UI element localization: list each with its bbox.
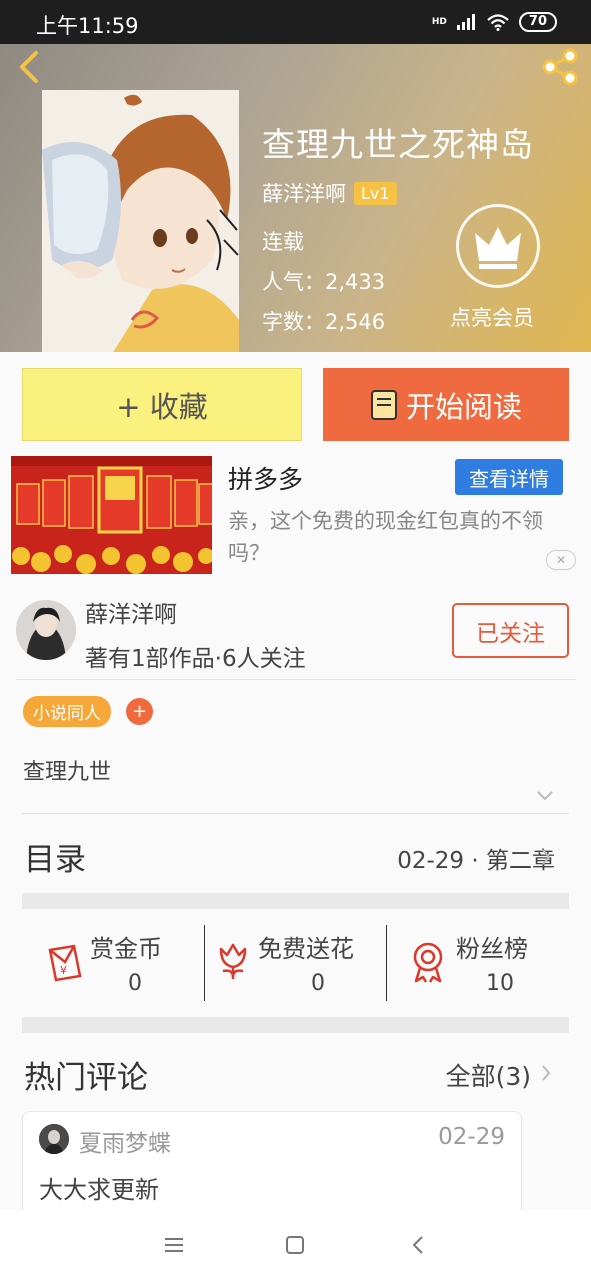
book-header: 查理九世之死神岛 薛洋洋啊 Lv1 连载 人气：2,433 字数：2,546 点… — [0, 44, 591, 354]
ad-close-button[interactable]: ✕ — [546, 550, 576, 570]
serial-status: 连载 — [262, 230, 304, 254]
divider — [22, 813, 569, 814]
stat-label: 赏金币 — [90, 935, 162, 963]
category-tag[interactable]: 小说同人 — [23, 696, 111, 727]
chevron-right-icon — [542, 1065, 551, 1081]
ad-detail-button[interactable]: 查看详情 — [455, 459, 563, 495]
comment-text: 大大求更新 — [39, 1176, 159, 1204]
wifi-icon — [487, 13, 509, 31]
status-icons: HD 70 — [432, 12, 557, 32]
comment-card[interactable]: 夏雨梦蝶 02-29 大大求更新 — [22, 1111, 522, 1221]
chevron-right-icon — [542, 849, 551, 865]
battery-indicator: 70 — [518, 12, 557, 32]
stat-fan-ranking[interactable]: 粉丝榜 10 — [400, 925, 560, 1003]
back-arrow-icon[interactable] — [14, 48, 44, 86]
section-separator — [22, 1017, 569, 1033]
red-envelope-icon: ¥ — [48, 944, 82, 982]
section-separator — [22, 893, 569, 909]
stat-free-flower[interactable]: 免费送花 0 — [212, 925, 386, 1003]
stat-value: 10 — [486, 971, 514, 996]
red-envelope-banner — [11, 456, 212, 574]
popularity: 人气：2,433 — [262, 270, 386, 294]
avatar-illustration — [39, 1124, 69, 1154]
share-icon[interactable] — [539, 46, 581, 88]
stat-label: 免费送花 — [258, 935, 354, 963]
comment-date: 02-29 — [438, 1124, 505, 1150]
level-badge: Lv1 — [354, 181, 397, 205]
commenter-name[interactable]: 夏雨梦蝶 — [79, 1124, 171, 1158]
avatar-illustration — [16, 600, 76, 660]
svg-text:¥: ¥ — [60, 964, 67, 977]
hd-indicator: HD — [431, 16, 447, 27]
word-count: 字数：2,546 — [262, 310, 386, 334]
stat-value: 0 — [311, 971, 325, 996]
ad-image[interactable] — [11, 456, 212, 574]
toc-title: 目录 — [24, 842, 86, 878]
start-reading-label: 开始阅读 — [405, 389, 522, 424]
system-nav-bar — [0, 1210, 591, 1280]
back-icon[interactable] — [406, 1232, 432, 1258]
book-cover[interactable] — [42, 90, 239, 354]
stat-divider — [204, 925, 205, 1001]
divider — [16, 679, 576, 680]
hot-comments-title: 热门评论 — [24, 1060, 148, 1096]
synopsis-text: 查理九世 — [23, 760, 112, 785]
vip-button[interactable] — [456, 204, 540, 288]
start-reading-button[interactable]: 开始阅读 — [323, 368, 569, 441]
status-time: 上午11:59 — [36, 14, 139, 38]
author-name[interactable]: 薛洋洋啊 — [262, 178, 346, 208]
chevron-down-icon[interactable] — [536, 790, 554, 802]
signal-icon — [456, 14, 475, 30]
add-tag-button[interactable]: + — [126, 698, 153, 725]
author-avatar[interactable] — [16, 600, 76, 660]
author-line: 薛洋洋啊 Lv1 — [262, 178, 397, 208]
book-title: 查理九世之死神岛 — [262, 125, 534, 164]
stat-reward-coins[interactable]: ¥ 赏金币 0 — [40, 925, 200, 1003]
book-icon — [370, 389, 397, 420]
follow-button[interactable]: 已关注 — [452, 603, 569, 658]
menu-icon[interactable] — [161, 1232, 187, 1258]
all-comments-link[interactable]: 全部(3) — [446, 1057, 531, 1093]
ad-description[interactable]: 亲，这个免费的现金红包真的不领吗？ — [228, 505, 568, 569]
stat-label: 粉丝榜 — [456, 935, 528, 963]
cover-illustration — [42, 90, 239, 354]
stat-value: 0 — [128, 971, 142, 996]
home-icon[interactable] — [282, 1232, 308, 1258]
crown-icon — [475, 227, 521, 269]
flower-icon — [219, 943, 247, 979]
collect-button[interactable]: + 收藏 — [22, 368, 302, 441]
status-bar: 上午11:59 HD 70 — [0, 0, 591, 44]
medal-icon — [413, 942, 443, 983]
action-bar: + 收藏 开始阅读 — [0, 352, 591, 452]
author-card-stats: 著有1部作品·6人关注 — [85, 646, 306, 672]
vip-label[interactable]: 点亮会员 — [450, 302, 534, 332]
author-card-name[interactable]: 薛洋洋啊 — [85, 595, 177, 629]
commenter-avatar[interactable] — [39, 1124, 69, 1154]
ad-title[interactable]: 拼多多 — [228, 460, 303, 496]
toc-latest-chapter: 02-29 · 第二章 — [397, 848, 555, 874]
author-card[interactable]: 薛洋洋啊 著有1部作品·6人关注 已关注 — [0, 590, 591, 680]
stat-divider — [386, 925, 387, 1001]
